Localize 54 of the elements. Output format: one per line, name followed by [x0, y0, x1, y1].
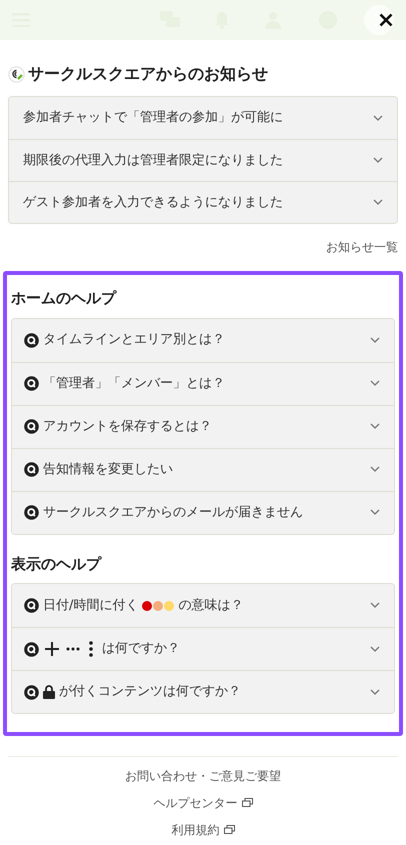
- chevron-down-icon: [373, 199, 383, 206]
- question-badge-icon: [24, 462, 39, 477]
- chevron-down-icon: [370, 509, 380, 516]
- chevron-down-icon: [370, 688, 380, 696]
- help-item[interactable]: タイムラインとエリア別とは？: [12, 318, 394, 362]
- chevron-down-icon: [373, 114, 383, 122]
- chevron-down-icon: [370, 423, 380, 430]
- chevron-down-icon: [370, 336, 380, 344]
- help-item[interactable]: が付くコンテンツは何ですか？: [12, 670, 394, 713]
- ellipsis-icon: [66, 647, 80, 651]
- question-badge-icon: [24, 332, 39, 348]
- help-question: タイムラインとエリア別とは？: [43, 331, 225, 350]
- notices-list-link[interactable]: お知らせ一覧: [326, 238, 398, 256]
- notice-item[interactable]: 期限後の代理入力は管理者限定になりました: [9, 139, 397, 181]
- chevron-down-icon: [370, 380, 380, 387]
- help-item[interactable]: アカウントを保存するとは？: [12, 404, 394, 448]
- external-window-icon: [242, 798, 252, 807]
- chevron-down-icon: [370, 602, 380, 609]
- help-question: サークルスクエアからのメールが届きません: [43, 504, 303, 522]
- help-question: が付くコンテンツは何ですか？: [59, 683, 241, 702]
- notice-item[interactable]: 参加者チャットで「管理者の参加」が可能に: [9, 97, 397, 139]
- help-question: 告知情報を変更したい: [43, 460, 173, 479]
- help-item[interactable]: 「管理者」「メンバー」とは？: [12, 362, 394, 404]
- question-badge-icon: [24, 505, 39, 520]
- avatar[interactable]: [364, 5, 394, 35]
- footer-link[interactable]: お問い合わせ・ご意見ご要望: [125, 765, 281, 786]
- plus-icon: [45, 642, 59, 656]
- chevron-down-icon: [370, 466, 380, 473]
- footer-link[interactable]: 利用規約: [172, 819, 234, 840]
- chevron-down-icon: [370, 646, 380, 652]
- help-item[interactable]: は何ですか？: [12, 627, 394, 670]
- help-question: アカウントを保存するとは？: [43, 418, 212, 436]
- lock-icon: [43, 685, 55, 699]
- question-badge-icon: [24, 684, 39, 700]
- help-item[interactable]: 日付/時間に付く の意味は？: [12, 584, 394, 627]
- chevron-down-icon: [373, 157, 383, 164]
- help-question: 「管理者」「メンバー」とは？: [43, 374, 225, 393]
- vertical-dots-icon: [89, 641, 93, 657]
- external-window-icon: [224, 825, 234, 834]
- logo-icon: [8, 66, 25, 82]
- section-title: サークルスクエアからのお知らせ: [28, 63, 268, 85]
- question-badge-icon: [24, 376, 39, 391]
- help-item[interactable]: 告知情報を変更したい: [12, 448, 394, 490]
- question-badge-icon: [24, 419, 39, 434]
- question-badge-icon: [24, 642, 39, 656]
- help-question: の意味は？: [178, 596, 244, 615]
- notice-item[interactable]: ゲスト参加者を入力できるようになりました: [9, 181, 397, 223]
- help-question: は何ですか？: [102, 640, 180, 658]
- help-item[interactable]: サークルスクエアからのメールが届きません: [12, 490, 394, 534]
- section-title: 表示のヘルプ: [11, 554, 103, 574]
- question-badge-icon: [24, 598, 39, 613]
- help-question: 日付/時間に付く: [43, 596, 138, 615]
- section-title: ホームのヘルプ: [11, 288, 118, 309]
- footer-link[interactable]: ヘルプセンター: [154, 792, 252, 813]
